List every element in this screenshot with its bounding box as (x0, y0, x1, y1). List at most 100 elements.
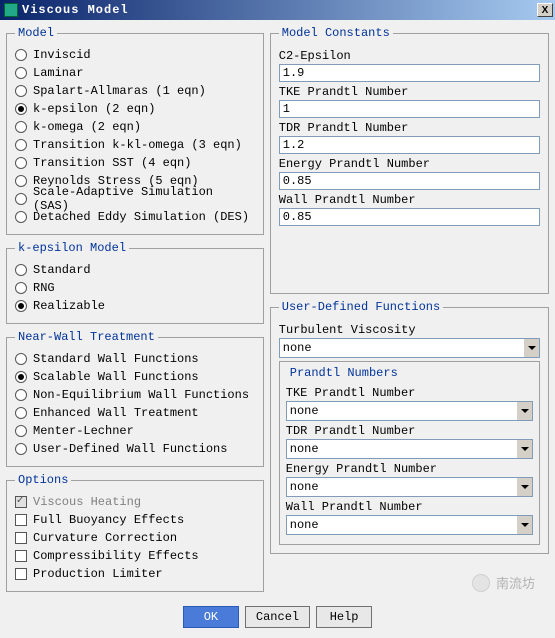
radio-label: Non-Equilibrium Wall Functions (33, 388, 249, 402)
chevron-down-icon (523, 339, 539, 357)
radio-icon (15, 300, 27, 312)
option-label: Full Buoyancy Effects (33, 513, 184, 527)
radio-icon (15, 264, 27, 276)
option-label: Viscous Heating (33, 495, 141, 509)
watermark-text: 南流坊 (496, 573, 535, 592)
prandtl-label: TDR Prandtl Number (286, 424, 533, 438)
prandtl-dropdown[interactable]: none (286, 439, 533, 459)
radio-icon (15, 389, 27, 401)
model-list-item[interactable]: Detached Eddy Simulation (DES) (15, 208, 255, 226)
button-row: OK Cancel Help (6, 598, 549, 632)
option-item[interactable]: Compressibility Effects (15, 547, 255, 565)
radio-label: Inviscid (33, 48, 91, 62)
option-item[interactable]: Curvature Correction (15, 529, 255, 547)
model-list-item[interactable]: Scale-Adaptive Simulation (SAS) (15, 190, 255, 208)
dropdown-value: none (290, 518, 516, 532)
constant-input[interactable] (279, 100, 540, 118)
nearwall-list-item[interactable]: Menter-Lechner (15, 422, 255, 440)
radio-icon (15, 139, 27, 151)
close-button[interactable]: X (537, 3, 553, 17)
udf-group: User-Defined Functions Turbulent Viscosi… (270, 300, 549, 554)
watermark: 南流坊 (472, 573, 535, 592)
radio-icon (15, 49, 27, 61)
radio-label: Detached Eddy Simulation (DES) (33, 210, 249, 224)
constant-input[interactable] (279, 172, 540, 190)
radio-icon (15, 282, 27, 294)
app-icon (4, 3, 18, 17)
turb-visc-dropdown[interactable]: none (279, 338, 540, 358)
option-label: Production Limiter (33, 567, 163, 581)
nearwall-list-item[interactable]: Standard Wall Functions (15, 350, 255, 368)
model-list-item[interactable]: Transition k-kl-omega (3 eqn) (15, 136, 255, 154)
model-list-item[interactable]: Spalart-Allmaras (1 eqn) (15, 82, 255, 100)
chevron-down-icon (516, 516, 532, 534)
nearwall-list-item[interactable]: User-Defined Wall Functions (15, 440, 255, 458)
dropdown-value: none (290, 480, 516, 494)
radio-icon (15, 371, 27, 383)
radio-icon (15, 67, 27, 79)
radio-label: Transition SST (4 eqn) (33, 156, 191, 170)
constant-label: TKE Prandtl Number (279, 85, 540, 99)
model-list-item[interactable]: k-omega (2 eqn) (15, 118, 255, 136)
model-group: Model InviscidLaminarSpalart-Allmaras (1… (6, 26, 264, 235)
prandtl-dropdown[interactable]: none (286, 401, 533, 421)
radio-label: Enhanced Wall Treatment (33, 406, 199, 420)
watermark-icon (472, 574, 490, 592)
radio-icon (15, 407, 27, 419)
radio-label: Menter-Lechner (33, 424, 134, 438)
prandtl-label: Energy Prandtl Number (286, 462, 533, 476)
options-legend: Options (15, 473, 71, 487)
radio-icon (15, 121, 27, 133)
nearwall-list-item[interactable]: Non-Equilibrium Wall Functions (15, 386, 255, 404)
constant-label: TDR Prandtl Number (279, 121, 540, 135)
radio-label: Scalable Wall Functions (33, 370, 199, 384)
radio-icon (15, 85, 27, 97)
constant-label: C2-Epsilon (279, 49, 540, 63)
constant-input[interactable] (279, 136, 540, 154)
nearwall-list-item[interactable]: Enhanced Wall Treatment (15, 404, 255, 422)
checkbox-icon (15, 496, 27, 508)
help-button[interactable]: Help (316, 606, 372, 628)
options-group: Options Viscous Heating Full Buoyancy Eff… (6, 473, 264, 592)
checkbox-icon (15, 532, 27, 544)
radio-label: k-omega (2 eqn) (33, 120, 141, 134)
option-item: Viscous Heating (15, 493, 255, 511)
radio-icon (15, 425, 27, 437)
dropdown-value: none (290, 404, 516, 418)
ok-button[interactable]: OK (183, 606, 239, 628)
chevron-down-icon (516, 478, 532, 496)
window-body: Model InviscidLaminarSpalart-Allmaras (1… (0, 20, 555, 638)
kepsilon-list-item[interactable]: RNG (15, 279, 255, 297)
cancel-button[interactable]: Cancel (245, 606, 310, 628)
nearwall-legend: Near-Wall Treatment (15, 330, 158, 344)
kepsilon-list-item[interactable]: Standard (15, 261, 255, 279)
turb-visc-value: none (283, 341, 523, 355)
radio-label: RNG (33, 281, 55, 295)
radio-label: Scale-Adaptive Simulation (SAS) (33, 185, 255, 213)
radio-label: Transition k-kl-omega (3 eqn) (33, 138, 242, 152)
checkbox-icon (15, 568, 27, 580)
dropdown-value: none (290, 442, 516, 456)
constant-input[interactable] (279, 208, 540, 226)
model-list-item[interactable]: Inviscid (15, 46, 255, 64)
prandtl-dropdown[interactable]: none (286, 515, 533, 535)
model-list-item[interactable]: k-epsilon (2 eqn) (15, 100, 255, 118)
model-list-item[interactable]: Transition SST (4 eqn) (15, 154, 255, 172)
option-label: Curvature Correction (33, 531, 177, 545)
radio-icon (15, 211, 27, 223)
constant-label: Energy Prandtl Number (279, 157, 540, 171)
nearwall-list-item[interactable]: Scalable Wall Functions (15, 368, 255, 386)
prandtl-legend: Prandtl Numbers (288, 366, 400, 380)
radio-icon (15, 353, 27, 365)
kepsilon-list-item[interactable]: Realizable (15, 297, 255, 315)
model-list-item[interactable]: Laminar (15, 64, 255, 82)
prandtl-dropdown[interactable]: none (286, 477, 533, 497)
constant-input[interactable] (279, 64, 540, 82)
constant-label: Wall Prandtl Number (279, 193, 540, 207)
checkbox-icon (15, 514, 27, 526)
option-item[interactable]: Production Limiter (15, 565, 255, 583)
radio-icon (15, 103, 27, 115)
radio-label: k-epsilon (2 eqn) (33, 102, 155, 116)
radio-label: Realizable (33, 299, 105, 313)
option-item[interactable]: Full Buoyancy Effects (15, 511, 255, 529)
